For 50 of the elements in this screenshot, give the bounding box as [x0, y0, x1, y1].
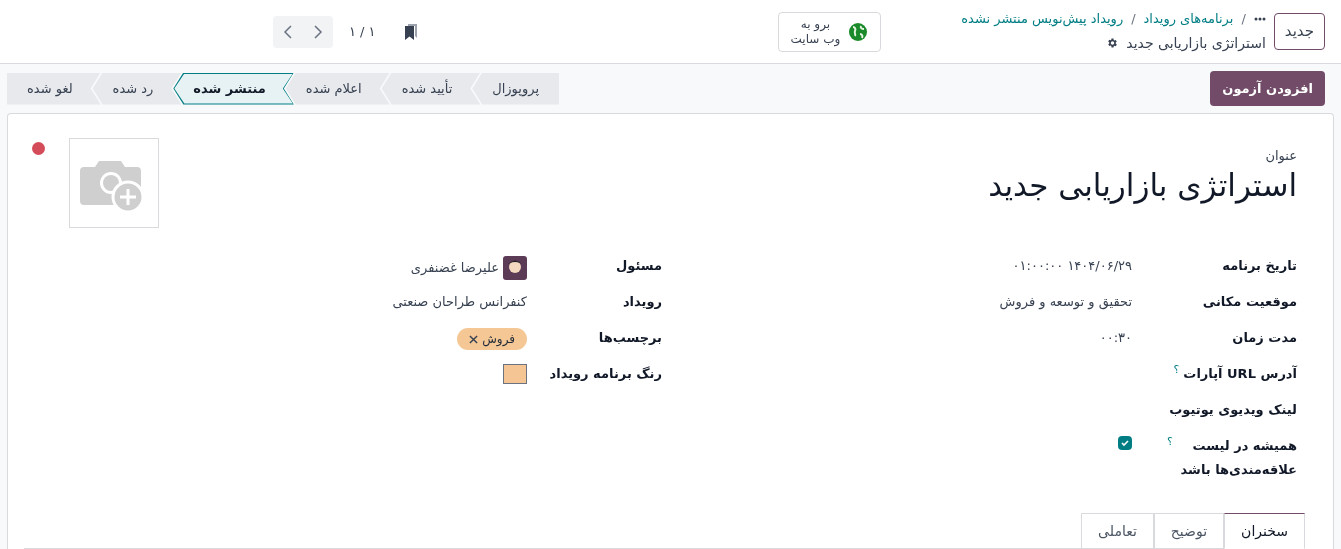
field-label: همیشه در لیست علاقه‌مندی‌ها باشد — [1179, 437, 1297, 479]
breadcrumb-link[interactable]: برنامه‌های رویداد — [1143, 9, 1234, 29]
record-title[interactable]: استراتژی بازاریابی جدید — [988, 165, 1297, 205]
field-value: تحقیق و توسعه و فروش — [999, 293, 1132, 312]
tag-chip[interactable]: فروش — [457, 328, 527, 350]
field-label: موقعیت مکانی — [1202, 293, 1297, 311]
bookmark-icon[interactable] — [403, 22, 418, 41]
stage-tab[interactable]: پروپوزال — [472, 72, 560, 105]
stage-tab[interactable]: لغو شده — [7, 72, 101, 105]
field-label: رنگ برنامه رویداد — [549, 365, 662, 383]
new-button[interactable]: جدید — [1273, 13, 1325, 50]
checkbox[interactable] — [1118, 436, 1132, 450]
breadcrumb-separator: / — [1241, 10, 1246, 29]
form-tab[interactable]: توضیح — [1153, 513, 1225, 549]
pager-count: ۱ / ۱ — [348, 22, 376, 41]
help-mark[interactable]: ؟ — [1173, 362, 1180, 378]
field-value: ۰۰:۳۰ — [1099, 329, 1132, 347]
form-tab[interactable]: تعاملی — [1081, 513, 1154, 549]
breadcrumb-separator: / — [1131, 10, 1136, 29]
add-quiz-button[interactable]: افزودن آزمون — [1210, 70, 1325, 107]
help-mark[interactable]: ؟ — [1167, 434, 1173, 450]
globe-icon — [848, 21, 869, 42]
breadcrumb-link[interactable]: رویداد پیش‌نویس منتشر نشده — [961, 9, 1124, 29]
field-label: آدرس URL آپارات — [1183, 364, 1297, 383]
chevron-right-icon — [312, 23, 323, 40]
field-label: لینک ویدیوی یوتیوب — [1169, 401, 1297, 419]
field-label: تاریخ برنامه — [1222, 257, 1297, 275]
stage-tab[interactable]: اعلام شده — [285, 72, 390, 105]
color-swatch[interactable] — [503, 364, 527, 384]
field-value[interactable]: علیرضا غضنفری — [410, 258, 499, 278]
field-label: مدت زمان — [1232, 329, 1297, 347]
field-label: مسئول — [616, 257, 662, 275]
settings-icon[interactable] — [1106, 37, 1119, 50]
stage-tab[interactable]: منتشر شده — [173, 72, 294, 105]
more-icon[interactable] — [1253, 17, 1266, 21]
field-label: رویداد — [622, 293, 662, 311]
website-button[interactable]: برو به وب سایت — [777, 11, 882, 52]
form-tab[interactable]: سخنران — [1224, 513, 1305, 549]
check-icon — [1120, 438, 1130, 448]
field-value: کنفرانس طراحان صنعتی — [392, 293, 527, 312]
chevron-left-icon — [282, 23, 293, 40]
avatar-icon — [503, 256, 527, 280]
record-title: استراتژی بازاریابی جدید — [1126, 33, 1266, 54]
field-value: ۱۴۰۴/۰۶/۲۹ ۰۱:۰۰:۰۰ — [1012, 257, 1132, 275]
stage-tab[interactable]: تأیید شده — [381, 72, 481, 105]
status-dot-icon[interactable] — [32, 142, 45, 155]
stage-tab[interactable]: رد شده — [92, 72, 182, 105]
close-icon[interactable] — [469, 334, 479, 344]
field-label: برچسب‌ها — [598, 329, 662, 347]
title-label: عنوان — [1264, 147, 1297, 166]
